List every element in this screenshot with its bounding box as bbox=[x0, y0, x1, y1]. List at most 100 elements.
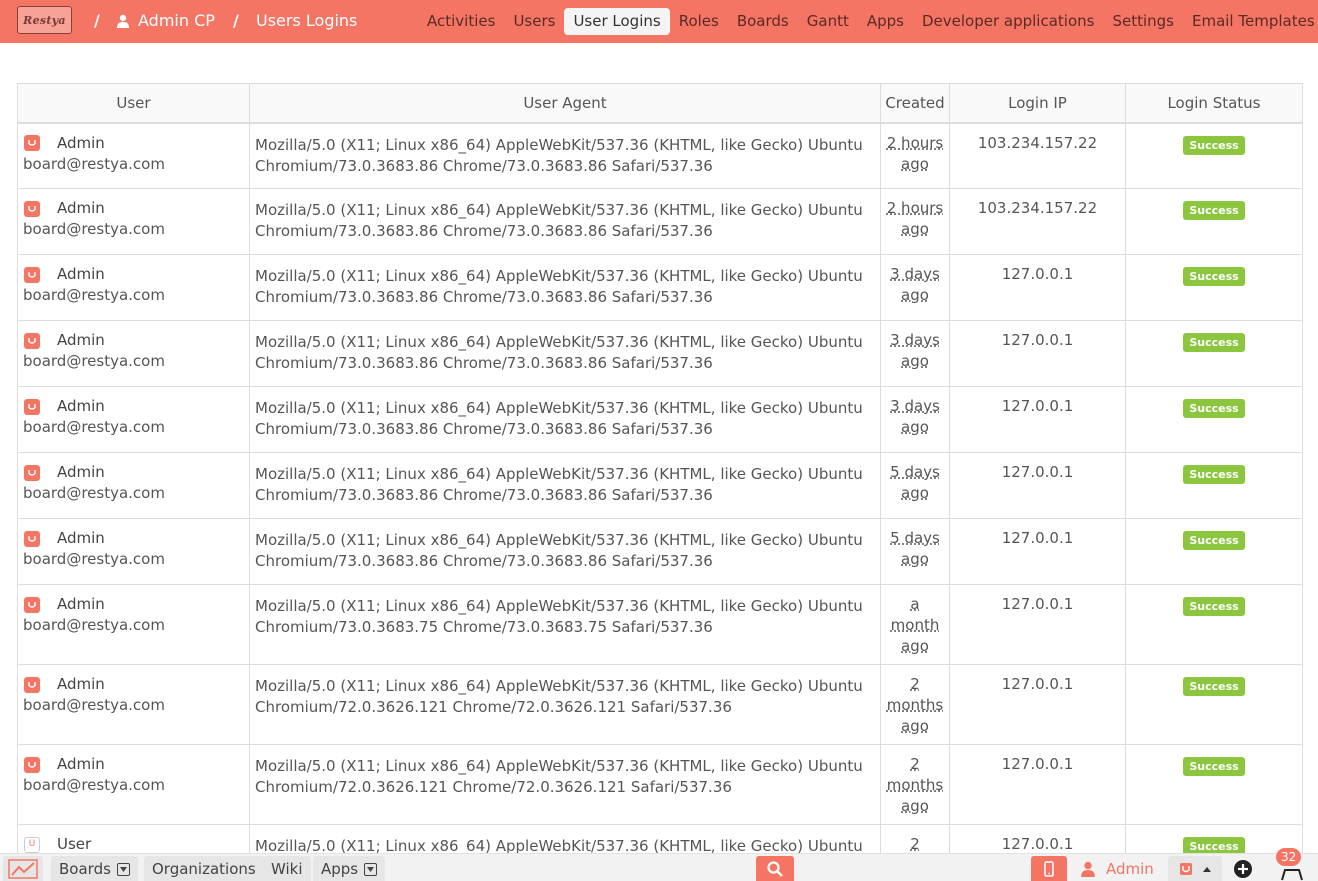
user-agent-line-1: Mozilla/5.0 (X11; Linux x86_64) AppleWeb… bbox=[255, 201, 863, 219]
created-time-part: 2 hours bbox=[886, 133, 944, 152]
nav-user-logins[interactable]: User Logins bbox=[564, 8, 670, 35]
mobile-app-button[interactable] bbox=[1031, 856, 1067, 881]
add-button[interactable] bbox=[1232, 858, 1254, 880]
nav-roles[interactable]: Roles bbox=[670, 8, 728, 35]
login-ip-cell: 103.234.157.22 bbox=[949, 122, 1126, 189]
column-header-login-status[interactable]: Login Status bbox=[1125, 83, 1303, 124]
user-name[interactable]: User bbox=[57, 834, 91, 855]
user-name-line: Admin bbox=[23, 674, 244, 695]
user-name[interactable]: Admin bbox=[57, 396, 105, 417]
user-name[interactable]: Admin bbox=[57, 133, 105, 154]
login-status-cell: Success bbox=[1125, 254, 1303, 321]
breadcrumb-admin-cp[interactable]: Admin CP bbox=[116, 11, 215, 30]
user-name-line: Admin bbox=[23, 396, 244, 417]
nav-email-templates[interactable]: Email Templates bbox=[1183, 8, 1318, 35]
board-user-icon bbox=[28, 469, 36, 476]
table-row: Admin board@restya.com Mozilla/5.0 (X11;… bbox=[17, 452, 1303, 519]
status-badge: Success bbox=[1183, 757, 1245, 776]
caret-down-icon bbox=[116, 862, 130, 876]
user-avatar[interactable] bbox=[24, 332, 40, 349]
user-email: board@restya.com bbox=[23, 418, 165, 436]
user-name[interactable]: Admin bbox=[57, 198, 105, 219]
login-status-cell: Success bbox=[1125, 584, 1303, 665]
breadcrumb-users-logins: Users Logins bbox=[256, 11, 358, 30]
user-name[interactable]: Admin bbox=[57, 674, 105, 695]
organizations-button[interactable]: Organizations bbox=[144, 856, 264, 881]
user-avatar[interactable] bbox=[24, 596, 40, 613]
notifications-button[interactable]: 32 bbox=[1272, 848, 1312, 881]
board-shortcut-button[interactable] bbox=[1168, 856, 1222, 881]
status-badge: Success bbox=[1183, 267, 1245, 286]
user-cell: Admin board@restya.com bbox=[17, 188, 250, 255]
user-avatar[interactable] bbox=[24, 398, 40, 415]
user-menu-label: Admin bbox=[1106, 860, 1154, 878]
column-header-login-ip[interactable]: Login IP bbox=[949, 83, 1126, 124]
user-name[interactable]: Admin bbox=[57, 330, 105, 351]
user-name[interactable]: Admin bbox=[57, 528, 105, 549]
user-avatar[interactable]: U bbox=[24, 836, 40, 853]
created-cell: 5 days ago bbox=[880, 452, 950, 519]
user-name[interactable]: Admin bbox=[57, 754, 105, 775]
created-time-part: 5 days bbox=[890, 529, 940, 547]
user-email: board@restya.com bbox=[23, 776, 165, 794]
created-time-part: 2 bbox=[910, 835, 920, 853]
created-cell: 2 months ago bbox=[880, 744, 950, 825]
login-status-cell: Success bbox=[1125, 664, 1303, 745]
user-avatar[interactable] bbox=[24, 676, 40, 693]
user-avatar[interactable] bbox=[24, 200, 40, 217]
apps-menu-button[interactable]: Apps bbox=[313, 856, 386, 881]
created-cell: 2 hours ago bbox=[880, 188, 950, 255]
restya-logo[interactable]: Restya bbox=[17, 6, 72, 34]
nav-apps[interactable]: Apps bbox=[858, 8, 913, 35]
created-time-part: ago bbox=[901, 286, 929, 304]
user-avatar[interactable] bbox=[24, 530, 40, 547]
table-header-row: User User Agent Created Login IP Login S… bbox=[17, 83, 1303, 124]
user-agent-line-2: Chromium/73.0.3683.86 Chrome/73.0.3683.8… bbox=[255, 552, 713, 570]
created-time-part: months bbox=[886, 776, 944, 794]
bottom-bar: Boards Organizations Wiki Apps Admin 32 bbox=[0, 848, 1318, 881]
user-agent-line-2: Chromium/72.0.3626.121 Chrome/72.0.3626.… bbox=[255, 698, 732, 716]
nav-users[interactable]: Users bbox=[504, 8, 564, 35]
boards-menu-button[interactable]: Boards bbox=[51, 856, 138, 881]
user-agent-cell: Mozilla/5.0 (X11; Linux x86_64) AppleWeb… bbox=[249, 518, 881, 585]
user-avatar[interactable] bbox=[24, 464, 40, 481]
login-ip-cell: 103.234.157.22 bbox=[949, 188, 1126, 255]
home-button[interactable] bbox=[3, 856, 43, 881]
nav-activities[interactable]: Activities bbox=[418, 8, 504, 35]
notification-count-badge: 32 bbox=[1276, 848, 1302, 866]
user-email: board@restya.com bbox=[23, 286, 165, 304]
user-name-line: Admin bbox=[23, 754, 244, 775]
user-agent-line-2: Chromium/73.0.3683.86 Chrome/73.0.3683.8… bbox=[255, 222, 713, 240]
user-name[interactable]: Admin bbox=[57, 462, 105, 483]
user-icon bbox=[117, 14, 129, 28]
user-agent-line-1: Mozilla/5.0 (X11; Linux x86_64) AppleWeb… bbox=[255, 135, 863, 154]
created-cell: a month ago bbox=[880, 584, 950, 665]
created-time-part: a bbox=[910, 595, 920, 613]
user-name-line: Admin bbox=[23, 594, 244, 615]
created-cell: 2 months ago bbox=[880, 664, 950, 745]
column-header-user-agent[interactable]: User Agent bbox=[249, 83, 881, 124]
user-avatar[interactable] bbox=[24, 266, 40, 283]
nav-gantt[interactable]: Gantt bbox=[798, 8, 858, 35]
created-time-part: 2 bbox=[910, 755, 920, 773]
user-agent-cell: Mozilla/5.0 (X11; Linux x86_64) AppleWeb… bbox=[249, 254, 881, 321]
created-time-part: 2 hours bbox=[886, 199, 944, 217]
wiki-button[interactable]: Wiki bbox=[263, 856, 311, 881]
user-menu-button[interactable]: Admin bbox=[1072, 856, 1162, 881]
board-user-icon bbox=[28, 601, 36, 608]
user-name[interactable]: Admin bbox=[57, 264, 105, 285]
user-name-line: Admin bbox=[23, 528, 244, 549]
status-badge: Success bbox=[1183, 597, 1245, 616]
nav-settings[interactable]: Settings bbox=[1103, 8, 1183, 35]
login-status-cell: Success bbox=[1125, 188, 1303, 255]
column-header-created[interactable]: Created bbox=[880, 83, 950, 124]
user-name[interactable]: Admin bbox=[57, 594, 105, 615]
nav-developer-applications[interactable]: Developer applications bbox=[913, 8, 1103, 35]
user-avatar[interactable] bbox=[24, 135, 40, 151]
search-button[interactable] bbox=[756, 856, 794, 881]
user-avatar[interactable] bbox=[24, 756, 40, 773]
user-logins-table: User User Agent Created Login IP Login S… bbox=[17, 83, 1303, 865]
column-header-user[interactable]: User bbox=[17, 83, 250, 124]
nav-boards[interactable]: Boards bbox=[728, 8, 798, 35]
status-badge: Success bbox=[1183, 677, 1245, 696]
